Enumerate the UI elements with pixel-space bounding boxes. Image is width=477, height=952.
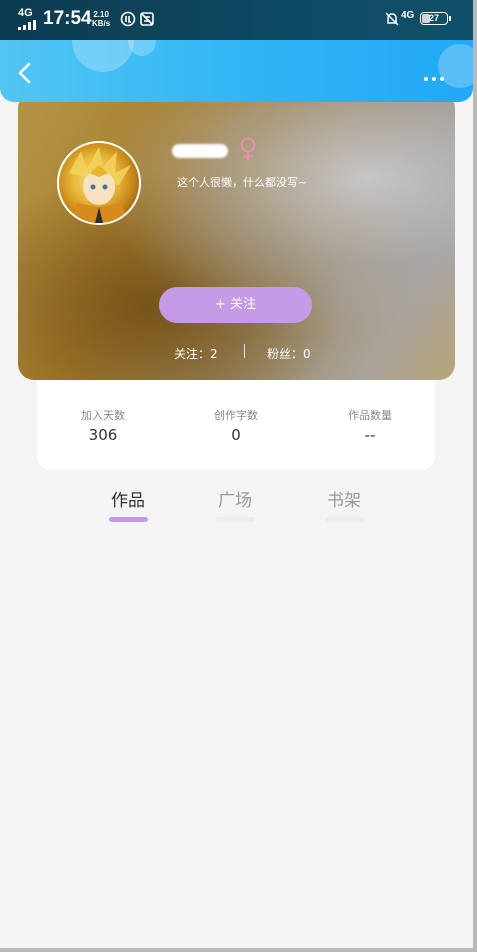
bio-text: 这个人很懒，什么都没写~	[177, 176, 308, 189]
back-button[interactable]	[10, 58, 40, 88]
decorative-bubble	[128, 40, 156, 56]
tab-bookshelf[interactable]: 书架	[314, 486, 374, 522]
follow-button[interactable]: + 关注	[159, 287, 312, 323]
divider	[244, 344, 245, 358]
tab-works[interactable]: 作品	[98, 486, 158, 522]
chevron-left-icon	[18, 62, 31, 84]
data-saver-icon	[120, 11, 136, 27]
decorative-bubble	[72, 40, 134, 72]
fans-count[interactable]: 粉丝：0	[267, 345, 311, 362]
info-word-count: 创作字数 0	[176, 407, 296, 444]
screen-edge	[473, 0, 477, 952]
info-label: 作品数量	[348, 409, 392, 422]
info-join-days: 加入天数 306	[43, 407, 163, 444]
tab-square[interactable]: 广场	[205, 486, 265, 522]
status-bar: 4G 17:54 2.10 KB/s 4G 27	[0, 0, 477, 40]
notification-muted-icon	[385, 12, 399, 26]
network-type-left: 4G	[18, 7, 33, 19]
content-tabs: 作品 广场 书架	[0, 486, 477, 526]
more-options-button[interactable]	[424, 66, 456, 81]
cellular-signal-icon: 4G	[18, 7, 36, 32]
username-redacted	[172, 144, 228, 158]
tab-indicator	[216, 517, 255, 522]
female-gender-icon	[240, 137, 256, 161]
info-value: 306	[88, 426, 118, 444]
top-header	[0, 40, 473, 102]
avatar-illustration	[69, 147, 131, 223]
battery-level: 27	[428, 13, 439, 23]
following-count[interactable]: 关注：2	[174, 345, 218, 362]
speed-value: 2.10	[93, 10, 109, 19]
tab-label: 广场	[218, 491, 252, 511]
tab-indicator	[109, 517, 148, 522]
avatar[interactable]	[57, 141, 141, 225]
info-label: 加入天数	[81, 409, 125, 422]
tab-label: 书架	[327, 491, 361, 511]
tab-label: 作品	[111, 491, 145, 511]
network-speed: 2.10 KB/s	[92, 10, 110, 28]
profile-card: 这个人很懒，什么都没写~ + 关注 关注：2 粉丝：0	[18, 92, 455, 380]
info-works-count: 作品数量 --	[310, 407, 430, 444]
clock: 17:54	[43, 8, 92, 29]
more-dots-icon	[424, 77, 428, 81]
battery-tip	[449, 16, 451, 21]
screenshot-blocked-icon	[140, 12, 154, 26]
battery-icon: 27	[420, 12, 448, 25]
info-label: 创作字数	[214, 409, 258, 422]
screen-edge	[0, 948, 477, 952]
speed-unit: KB/s	[92, 19, 111, 28]
tab-indicator	[325, 517, 364, 522]
network-type-right: 4G	[401, 10, 415, 21]
info-value: --	[364, 426, 376, 444]
info-value: 0	[231, 426, 241, 444]
